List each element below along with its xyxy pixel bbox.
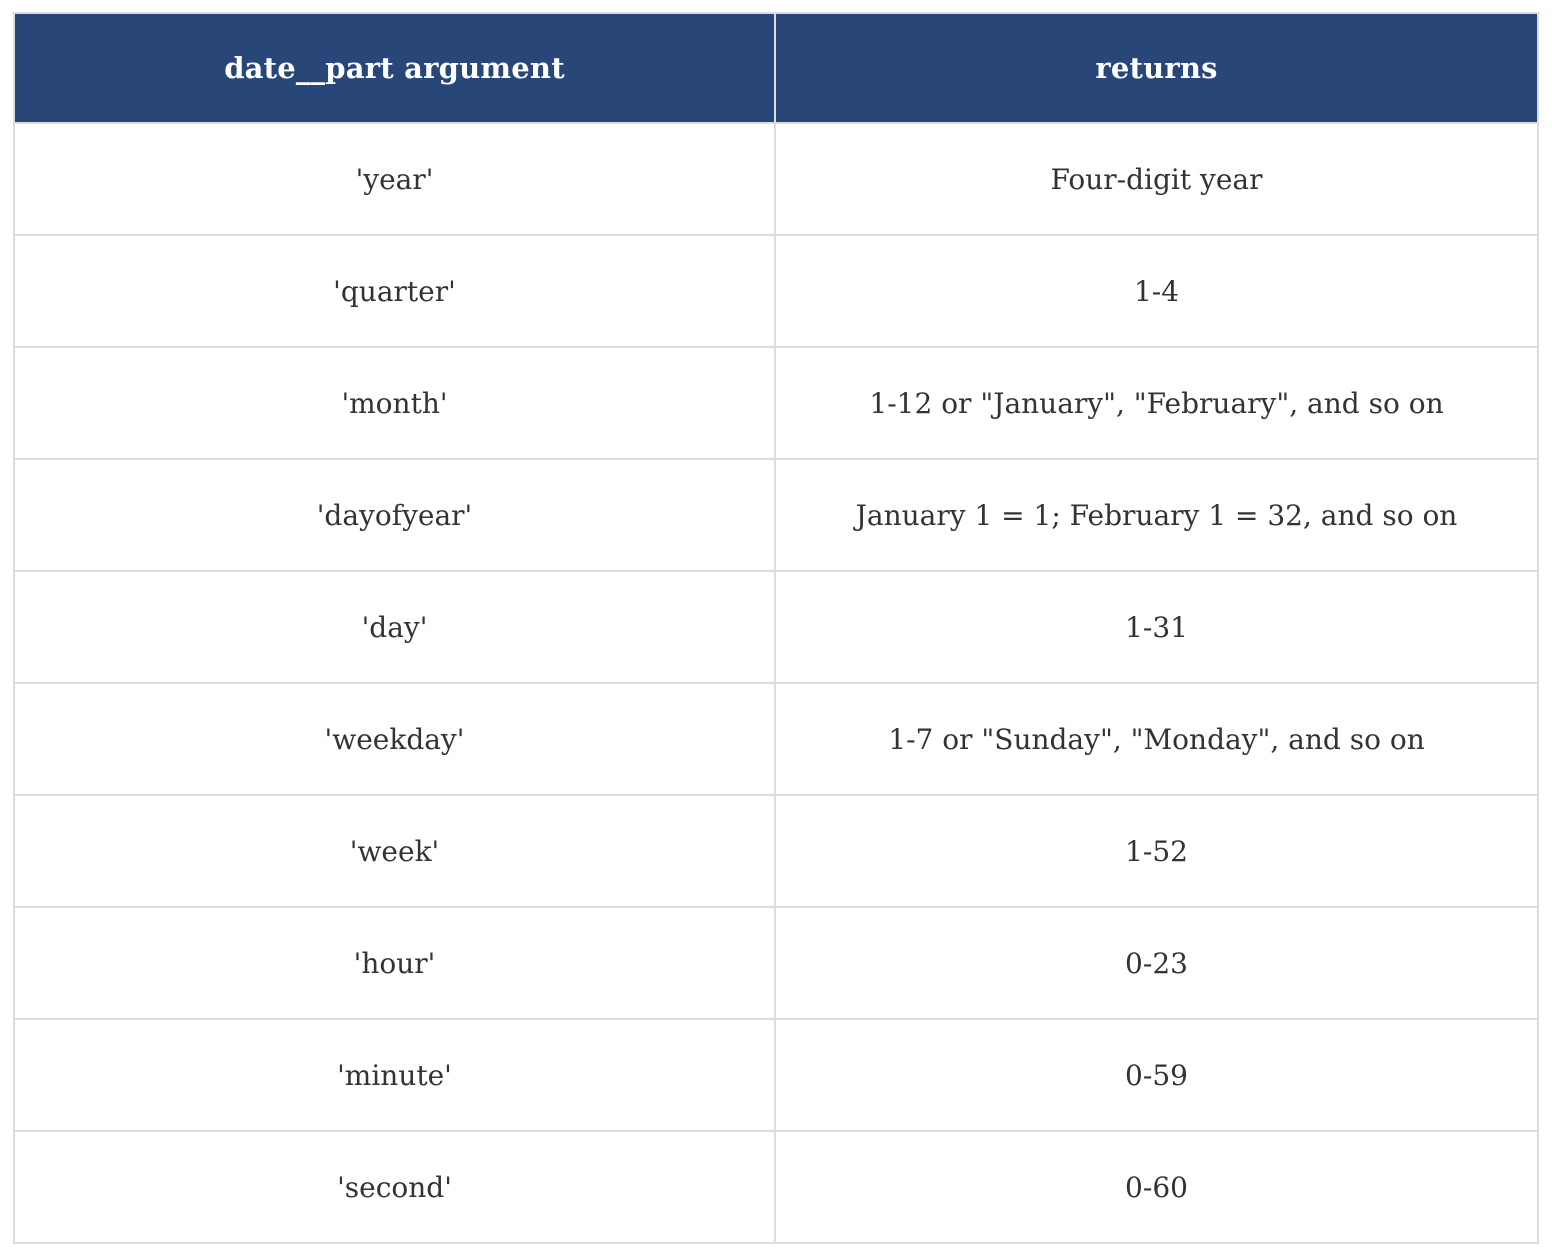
table-header-row: date__part argument returns: [13, 12, 1539, 124]
returns-cell: 1-4: [774, 234, 1539, 348]
column-header-date-part-argument: date__part argument: [13, 12, 776, 124]
table-container: date__part argument returns 'year' Four-…: [13, 12, 1539, 1244]
table-row: 'second' 0-60: [13, 1130, 1539, 1244]
table-row: 'dayofyear' January 1 = 1; February 1 = …: [13, 458, 1539, 572]
date-part-cell: 'week': [13, 794, 776, 908]
returns-cell: 0-60: [774, 1130, 1539, 1244]
date-part-cell: 'hour': [13, 906, 776, 1020]
table-row: 'quarter' 1-4: [13, 234, 1539, 348]
returns-cell: 1-31: [774, 570, 1539, 684]
returns-cell: 1-52: [774, 794, 1539, 908]
table-row: 'day' 1-31: [13, 570, 1539, 684]
returns-cell: 0-59: [774, 1018, 1539, 1132]
table-row: 'weekday' 1-7 or "Sunday", "Monday", and…: [13, 682, 1539, 796]
date-part-cell: 'year': [13, 122, 776, 236]
date-part-cell: 'dayofyear': [13, 458, 776, 572]
returns-cell: Four-digit year: [774, 122, 1539, 236]
date-part-cell: 'minute': [13, 1018, 776, 1132]
returns-cell: January 1 = 1; February 1 = 32, and so o…: [774, 458, 1539, 572]
table-row: 'week' 1-52: [13, 794, 1539, 908]
returns-cell: 1-7 or "Sunday", "Monday", and so on: [774, 682, 1539, 796]
table-row: 'year' Four-digit year: [13, 122, 1539, 236]
date-part-cell: 'month': [13, 346, 776, 460]
date-part-cell: 'weekday': [13, 682, 776, 796]
table-row: 'hour' 0-23: [13, 906, 1539, 1020]
date-part-cell: 'quarter': [13, 234, 776, 348]
date-part-cell: 'day': [13, 570, 776, 684]
date-part-cell: 'second': [13, 1130, 776, 1244]
table-row: 'minute' 0-59: [13, 1018, 1539, 1132]
table-row: 'month' 1-12 or "January", "February", a…: [13, 346, 1539, 460]
date-part-table: date__part argument returns 'year' Four-…: [13, 12, 1539, 1244]
column-header-returns: returns: [774, 12, 1539, 124]
returns-cell: 0-23: [774, 906, 1539, 1020]
returns-cell: 1-12 or "January", "February", and so on: [774, 346, 1539, 460]
